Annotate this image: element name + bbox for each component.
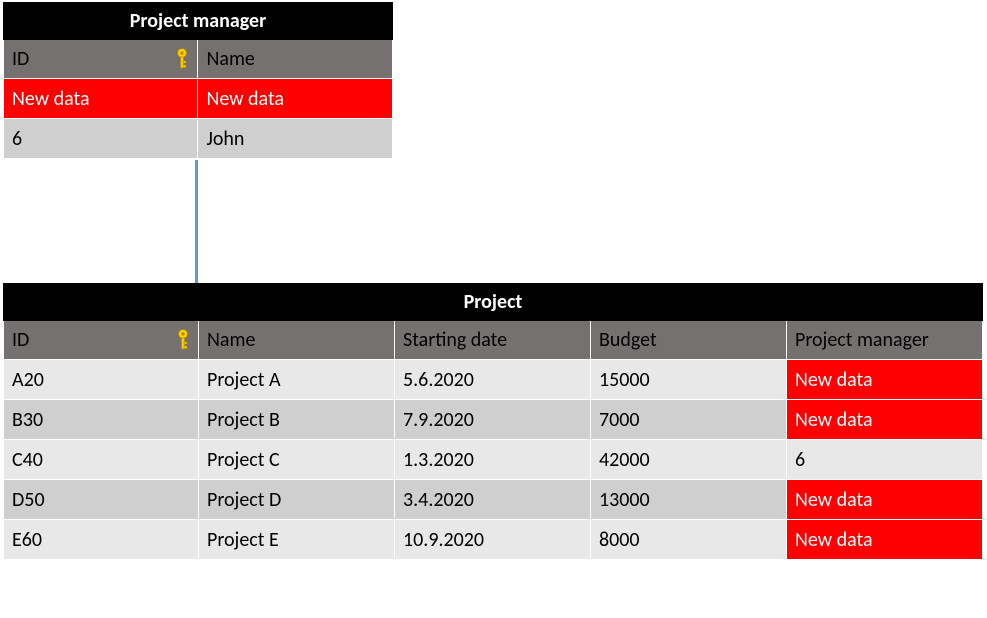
table-cell: New data [4,79,198,119]
table-cell: 6 [787,440,983,480]
table-relationship-connector [195,160,198,283]
table-cell: Project C [199,440,395,480]
table-cell: 42000 [591,440,787,480]
table-cell: New data [787,520,983,560]
project-col-id: ID [4,321,199,360]
table-cell: 6 [4,119,198,159]
pm-title: Project manager [4,3,393,40]
table-cell: 1.3.2020 [395,440,591,480]
project-title-row: Project [4,284,983,321]
table-cell: New data [787,360,983,400]
key-icon [176,329,190,351]
table-cell: B30 [4,400,199,440]
pm-col-name: Name [198,40,393,79]
project-title: Project [4,284,983,321]
table-cell: C40 [4,440,199,480]
pm-header-row: ID Name [4,40,393,79]
table-cell: 13000 [591,480,787,520]
project-manager-table: Project manager ID Name New dataNew data… [3,2,393,159]
pm-title-row: Project manager [4,3,393,40]
key-icon [175,48,189,70]
table-cell: A20 [4,360,199,400]
table-row: E60Project E10.9.20208000New data [4,520,983,560]
table-cell: New data [787,400,983,440]
table-cell: 7000 [591,400,787,440]
project-col-name: Name [199,321,395,360]
project-col-id-label: ID [12,328,29,352]
table-row: C40Project C1.3.2020420006 [4,440,983,480]
table-cell: E60 [4,520,199,560]
pm-col-id-label: ID [12,47,29,71]
table-row: 6John [4,119,393,159]
table-cell: 15000 [591,360,787,400]
project-col-budget: Budget [591,321,787,360]
project-header-row: ID Name Starting date Budget Project man… [4,321,983,360]
pm-body: New dataNew data6John [4,79,393,159]
project-col-manager: Project manager [787,321,983,360]
table-cell: Project B [199,400,395,440]
table-cell: New data [198,79,393,119]
table-cell: 10.9.2020 [395,520,591,560]
table-cell: 5.6.2020 [395,360,591,400]
table-cell: 7.9.2020 [395,400,591,440]
table-row: B30Project B7.9.20207000New data [4,400,983,440]
table-row: D50Project D3.4.202013000New data [4,480,983,520]
pm-col-id: ID [4,40,198,79]
table-row: New dataNew data [4,79,393,119]
table-cell: Project D [199,480,395,520]
table-cell: D50 [4,480,199,520]
table-cell: 8000 [591,520,787,560]
table-cell: Project A [199,360,395,400]
project-col-date: Starting date [395,321,591,360]
table-cell: New data [787,480,983,520]
table-cell: John [198,119,393,159]
table-cell: Project E [199,520,395,560]
table-cell: 3.4.2020 [395,480,591,520]
project-body: A20Project A5.6.202015000New dataB30Proj… [4,360,983,560]
table-row: A20Project A5.6.202015000New data [4,360,983,400]
project-table: Project ID Name Starting date Budget Pro… [3,283,983,560]
